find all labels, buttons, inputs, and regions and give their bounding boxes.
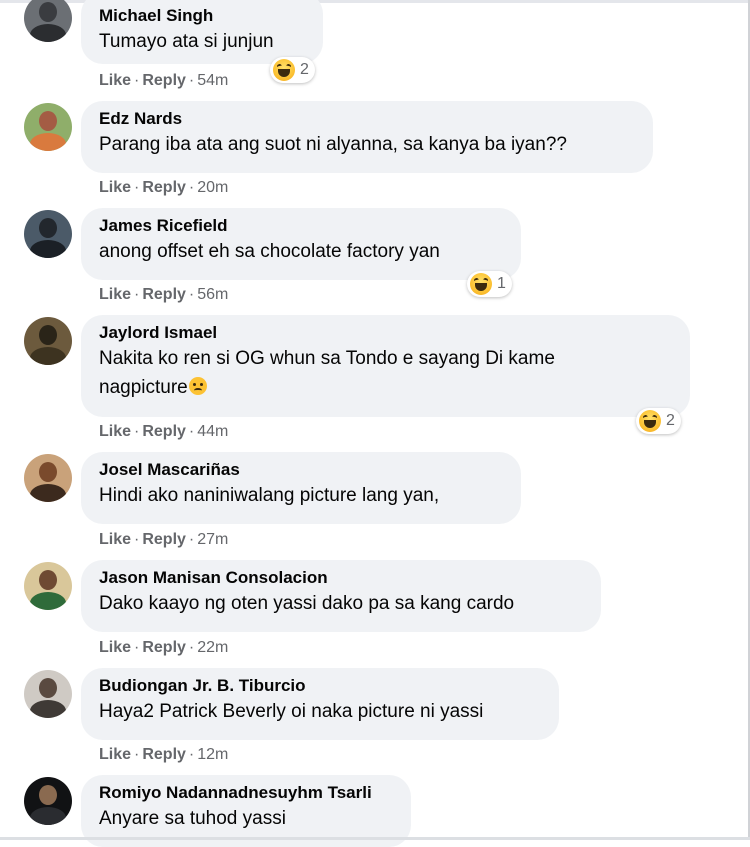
reaction-count: 2 xyxy=(300,61,309,78)
comment-timestamp[interactable]: 44m xyxy=(197,423,228,440)
haha-reaction-icon xyxy=(273,59,295,81)
sad-emoji-icon xyxy=(188,377,207,395)
comment-text: Hindi ako naniniwalang picture lang yan, xyxy=(99,485,440,506)
comment-author[interactable]: Josel Mascariñas xyxy=(99,459,503,481)
avatar[interactable] xyxy=(24,670,72,718)
comment-timestamp[interactable]: 54m xyxy=(197,72,228,89)
comment-actions: Like · Reply · 56m xyxy=(99,285,228,305)
comment-text: Anyare sa tuhod yassi xyxy=(99,808,286,829)
like-button[interactable]: Like xyxy=(99,423,131,440)
reply-button[interactable]: Reply xyxy=(142,179,186,196)
comment-bubble: Budiongan Jr. B. Tiburcio Haya2 Patrick … xyxy=(81,668,559,740)
comment-actions: Like · Reply · 44m xyxy=(99,422,228,442)
avatar[interactable] xyxy=(24,0,72,42)
reply-button[interactable]: Reply xyxy=(142,639,186,656)
separator: · xyxy=(188,639,195,656)
reaction-count: 2 xyxy=(666,412,675,429)
separator: · xyxy=(188,179,195,196)
reaction-summary[interactable]: 2 xyxy=(270,57,315,83)
reaction-count: 1 xyxy=(497,275,506,292)
separator: · xyxy=(134,423,140,440)
comment-bubble: Jaylord Ismael Nakita ko ren si OG whun … xyxy=(81,315,690,417)
avatar[interactable] xyxy=(24,562,72,610)
separator: · xyxy=(188,423,195,440)
comment-actions: Like · Reply · 22m xyxy=(99,638,228,658)
comment-timestamp[interactable]: 56m xyxy=(197,286,228,303)
comment-timestamp[interactable]: 22m xyxy=(197,639,228,656)
comment-bubble: Jason Manisan Consolacion Dako kaayo ng … xyxy=(81,560,601,632)
separator: · xyxy=(134,639,140,656)
separator: · xyxy=(188,72,195,89)
comment-timestamp[interactable]: 27m xyxy=(197,531,228,548)
avatar[interactable] xyxy=(24,210,72,258)
reply-button[interactable]: Reply xyxy=(142,286,186,303)
like-button[interactable]: Like xyxy=(99,286,131,303)
comment-text: nagpicture xyxy=(99,377,188,398)
comment-text: anong offset eh sa chocolate factory yan xyxy=(99,241,440,262)
comment-text-line-1: Nakita ko ren si OG whun sa Tondo e saya… xyxy=(99,348,555,369)
comment-actions: Like · Reply · 12m xyxy=(99,745,228,765)
comment-text: Parang iba ata ang suot ni alyanna, sa k… xyxy=(99,134,567,155)
reply-button[interactable]: Reply xyxy=(142,423,186,440)
comment-timestamp[interactable]: 12m xyxy=(197,746,228,763)
comment-text: Haya2 Patrick Beverly oi naka picture ni… xyxy=(99,701,484,722)
reply-button[interactable]: Reply xyxy=(142,72,186,89)
like-button[interactable]: Like xyxy=(99,746,131,763)
separator: · xyxy=(134,746,140,763)
comment-author[interactable]: James Ricefield xyxy=(99,215,503,237)
comment-actions: Like · Reply · 20m xyxy=(99,178,228,198)
comment-text: Dako kaayo ng oten yassi dako pa sa kang… xyxy=(99,593,515,614)
avatar[interactable] xyxy=(24,103,72,151)
reply-button[interactable]: Reply xyxy=(142,746,186,763)
separator: · xyxy=(134,72,140,89)
separator: · xyxy=(134,179,140,196)
separator: · xyxy=(134,286,140,303)
like-button[interactable]: Like xyxy=(99,639,131,656)
separator: · xyxy=(188,286,195,303)
like-button[interactable]: Like xyxy=(99,72,131,89)
comment-author[interactable]: Jason Manisan Consolacion xyxy=(99,567,583,589)
comment-timestamp[interactable]: 20m xyxy=(197,179,228,196)
like-button[interactable]: Like xyxy=(99,531,131,548)
comment-bubble: Michael Singh Tumayo ata si junjun xyxy=(81,0,323,64)
avatar[interactable] xyxy=(24,317,72,365)
comment-bubble: James Ricefield anong offset eh sa choco… xyxy=(81,208,521,280)
comment-author[interactable]: Romiyo Nadannadnesuyhm Tsarli xyxy=(99,782,393,804)
comment-author[interactable]: Michael Singh xyxy=(99,5,305,27)
comment-bubble: Josel Mascariñas Hindi ako naniniwalang … xyxy=(81,452,521,524)
haha-reaction-icon xyxy=(639,410,661,432)
reaction-summary[interactable]: 2 xyxy=(636,408,681,434)
separator: · xyxy=(188,746,195,763)
comment-actions: Like · Reply · 27m xyxy=(99,530,228,550)
comment-bubble: Edz Nards Parang iba ata ang suot ni aly… xyxy=(81,101,653,173)
reaction-summary[interactable]: 1 xyxy=(467,271,512,297)
like-button[interactable]: Like xyxy=(99,179,131,196)
comment-author[interactable]: Edz Nards xyxy=(99,108,635,130)
reply-button[interactable]: Reply xyxy=(142,531,186,548)
separator: · xyxy=(134,531,140,548)
comment-author[interactable]: Jaylord Ismael xyxy=(99,322,672,344)
separator: · xyxy=(188,531,195,548)
comment-actions: Like · Reply · 54m xyxy=(99,71,228,91)
comment-text-line-2: nagpicture xyxy=(99,373,672,402)
comment-author[interactable]: Budiongan Jr. B. Tiburcio xyxy=(99,675,541,697)
avatar[interactable] xyxy=(24,454,72,502)
haha-reaction-icon xyxy=(470,273,492,295)
avatar[interactable] xyxy=(24,777,72,825)
comment-text: Tumayo ata si junjun xyxy=(99,31,274,52)
